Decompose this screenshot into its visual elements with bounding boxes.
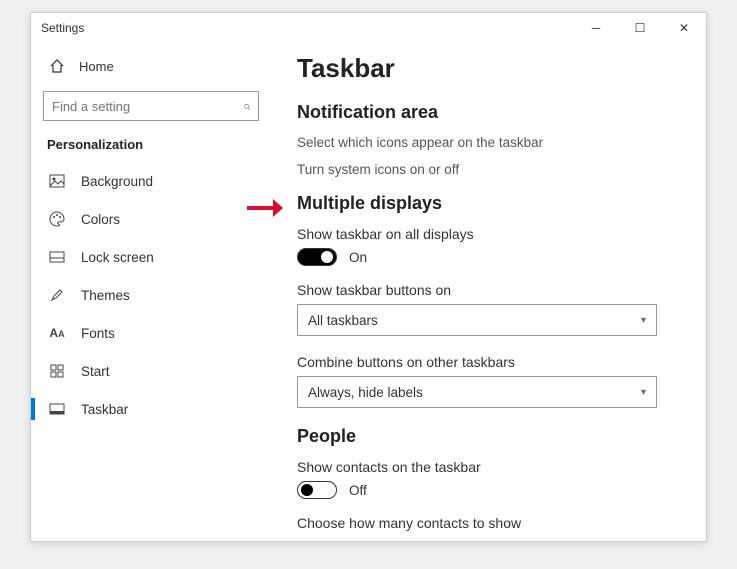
window-body: Home ⌕ Personalization Background Colors…: [31, 43, 706, 541]
palette-icon: [47, 211, 67, 227]
close-button[interactable]: ✕: [662, 13, 706, 43]
titlebar: Settings ─ ☐ ✕: [31, 13, 706, 43]
fonts-icon: AA: [47, 326, 67, 340]
multiple-displays-heading: Multiple displays: [297, 193, 680, 214]
combine-label: Combine buttons on other taskbars: [297, 354, 680, 370]
sidebar-item-start[interactable]: Start: [31, 352, 271, 390]
sidebar-item-label: Start: [81, 364, 110, 379]
home-label: Home: [79, 59, 114, 74]
buttons-on-label: Show taskbar buttons on: [297, 282, 680, 298]
show-taskbar-all-label: Show taskbar on all displays: [297, 226, 680, 242]
sidebar-item-colors[interactable]: Colors: [31, 200, 271, 238]
sidebar-category: Personalization: [31, 131, 271, 162]
search-box[interactable]: ⌕: [43, 91, 259, 121]
show-contacts-label: Show contacts on the taskbar: [297, 459, 680, 475]
toggle-pill-icon: [297, 248, 337, 266]
toggle-state-label: Off: [349, 483, 367, 498]
buttons-on-dropdown[interactable]: All taskbars ▾: [297, 304, 657, 336]
sidebar-item-label: Taskbar: [81, 402, 128, 417]
show-contacts-toggle[interactable]: Off: [297, 481, 680, 499]
window-title: Settings: [41, 21, 574, 35]
minimize-icon: ─: [592, 21, 601, 35]
dropdown-value: Always, hide labels: [308, 385, 423, 400]
home-nav[interactable]: Home: [31, 49, 271, 83]
notification-area-heading: Notification area: [297, 102, 680, 123]
main-panel: Taskbar Notification area Select which i…: [271, 43, 706, 541]
sidebar-item-lockscreen[interactable]: Lock screen: [31, 238, 271, 276]
page-title: Taskbar: [297, 53, 680, 84]
sidebar-item-label: Themes: [81, 288, 130, 303]
maximize-icon: ☐: [635, 21, 646, 35]
brush-icon: [47, 287, 67, 303]
sidebar: Home ⌕ Personalization Background Colors…: [31, 43, 271, 541]
settings-window: Settings ─ ☐ ✕ Home ⌕ Personalization Ba…: [30, 12, 707, 542]
combine-dropdown[interactable]: Always, hide labels ▾: [297, 376, 657, 408]
sidebar-item-label: Lock screen: [81, 250, 154, 265]
people-heading: People: [297, 426, 680, 447]
close-icon: ✕: [679, 21, 689, 35]
home-icon: [47, 58, 67, 74]
toggle-pill-icon: [297, 481, 337, 499]
sidebar-item-themes[interactable]: Themes: [31, 276, 271, 314]
sidebar-item-label: Background: [81, 174, 153, 189]
picture-icon: [47, 174, 67, 188]
chevron-down-icon: ▾: [641, 387, 646, 398]
search-icon: ⌕: [243, 98, 250, 114]
chevron-down-icon: ▾: [641, 315, 646, 326]
dropdown-value: All taskbars: [308, 313, 378, 328]
choose-contacts-label: Choose how many contacts to show: [297, 515, 680, 531]
sidebar-item-label: Colors: [81, 212, 120, 227]
sidebar-item-label: Fonts: [81, 326, 115, 341]
select-icons-link[interactable]: Select which icons appear on the taskbar: [297, 135, 680, 150]
sidebar-item-background[interactable]: Background: [31, 162, 271, 200]
minimize-button[interactable]: ─: [574, 13, 618, 43]
lock-screen-icon: [47, 250, 67, 264]
sidebar-item-fonts[interactable]: AA Fonts: [31, 314, 271, 352]
taskbar-icon: [47, 403, 67, 415]
maximize-button[interactable]: ☐: [618, 13, 662, 43]
search-input[interactable]: [52, 99, 243, 114]
system-icons-link[interactable]: Turn system icons on or off: [297, 162, 680, 177]
sidebar-item-taskbar[interactable]: Taskbar: [31, 390, 271, 428]
start-icon: [47, 364, 67, 378]
toggle-state-label: On: [349, 250, 367, 265]
show-taskbar-all-toggle[interactable]: On: [297, 248, 680, 266]
